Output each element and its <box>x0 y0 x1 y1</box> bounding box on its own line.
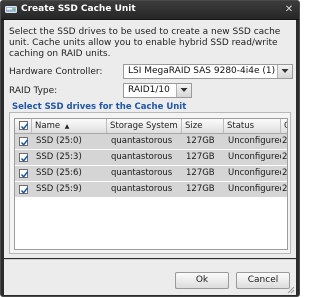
cell-name: SSD (25:9) <box>36 184 82 194</box>
hardware-controller-select[interactable]: LSI MegaRAID SAS 9280-4i4e (1) <box>123 64 293 79</box>
cell-name: SSD (25:0) <box>36 136 82 146</box>
dialog-body: Select the SSD drives to be used to crea… <box>4 20 296 258</box>
cell-extra: 2 <box>282 168 288 178</box>
create-ssd-cache-dialog: Create SSD Cache Unit ✕ Select the SSD d… <box>0 0 300 297</box>
column-header-status[interactable]: Status <box>224 119 281 133</box>
cell-status: Unconfigured(g... <box>228 184 281 194</box>
table-row[interactable]: SSD (25:0) quantastorous 127GB Unconfigu… <box>15 134 287 150</box>
hardware-controller-label: Hardware Controller: <box>9 67 103 77</box>
drives-table: Name ▲ Storage System Size Status C SSD … <box>14 118 288 250</box>
cell-size: 127GB <box>186 136 215 146</box>
cell-status: Unconfigured(g... <box>228 136 281 146</box>
dialog-footer: Ok Cancel <box>4 259 296 295</box>
select-all-checkbox[interactable] <box>19 121 29 130</box>
table-row[interactable]: SSD (25:3) quantastorous 127GB Unconfigu… <box>15 150 287 166</box>
hardware-controller-value: LSI MegaRAID SAS 9280-4i4e (1) <box>128 66 276 76</box>
header-select-all[interactable] <box>15 119 32 133</box>
cell-storage-system: quantastorous <box>111 184 173 194</box>
resize-grip-icon[interactable] <box>287 286 295 294</box>
chevron-down-icon[interactable] <box>277 65 292 78</box>
drives-group-title: Select SSD drives for the Cache Unit <box>12 102 187 112</box>
raid-type-value: RAID1/10 <box>128 85 170 95</box>
column-header-name[interactable]: Name ▲ <box>32 119 107 133</box>
close-icon[interactable]: ✕ <box>283 4 295 15</box>
cell-storage-system: quantastorous <box>111 152 173 162</box>
cell-name: SSD (25:6) <box>36 168 82 178</box>
column-header-storage-system[interactable]: Storage System <box>107 119 182 133</box>
cell-extra: 2 <box>282 184 288 194</box>
title-bar[interactable]: Create SSD Cache Unit ✕ <box>1 1 299 20</box>
cell-size: 127GB <box>186 184 215 194</box>
intro-text: Select the SSD drives to be used to crea… <box>9 27 281 59</box>
cell-size: 127GB <box>186 152 215 162</box>
chevron-down-icon[interactable] <box>176 84 191 97</box>
column-name-label: Name <box>35 121 61 131</box>
dialog-title: Create SSD Cache Unit <box>21 4 136 14</box>
row-checkbox[interactable] <box>19 185 29 194</box>
row-checkbox[interactable] <box>19 137 29 146</box>
drives-group: Name ▲ Storage System Size Status C SSD … <box>9 112 291 254</box>
cell-storage-system: quantastorous <box>111 136 173 146</box>
drive-icon <box>5 4 17 15</box>
table-header: Name ▲ Storage System Size Status C <box>15 119 287 134</box>
column-header-size[interactable]: Size <box>182 119 224 133</box>
cell-storage-system: quantastorous <box>111 168 173 178</box>
table-row[interactable]: SSD (25:6) quantastorous 127GB Unconfigu… <box>15 166 287 182</box>
raid-type-label: RAID Type: <box>9 86 58 96</box>
column-header-extra[interactable]: C <box>281 119 287 133</box>
cell-extra: 2 <box>282 152 288 162</box>
cell-status: Unconfigured(g... <box>228 168 281 178</box>
raid-type-select[interactable]: RAID1/10 <box>123 83 192 98</box>
cell-name: SSD (25:3) <box>36 152 82 162</box>
cell-status: Unconfigured(g... <box>228 152 281 162</box>
row-checkbox[interactable] <box>19 169 29 178</box>
ok-button[interactable]: Ok <box>175 272 229 289</box>
row-checkbox[interactable] <box>19 153 29 162</box>
sort-ascending-icon: ▲ <box>64 123 70 130</box>
cell-extra: 2 <box>282 136 288 146</box>
cancel-button[interactable]: Cancel <box>236 272 290 289</box>
cell-size: 127GB <box>186 168 215 178</box>
table-row[interactable]: SSD (25:9) quantastorous 127GB Unconfigu… <box>15 182 287 198</box>
